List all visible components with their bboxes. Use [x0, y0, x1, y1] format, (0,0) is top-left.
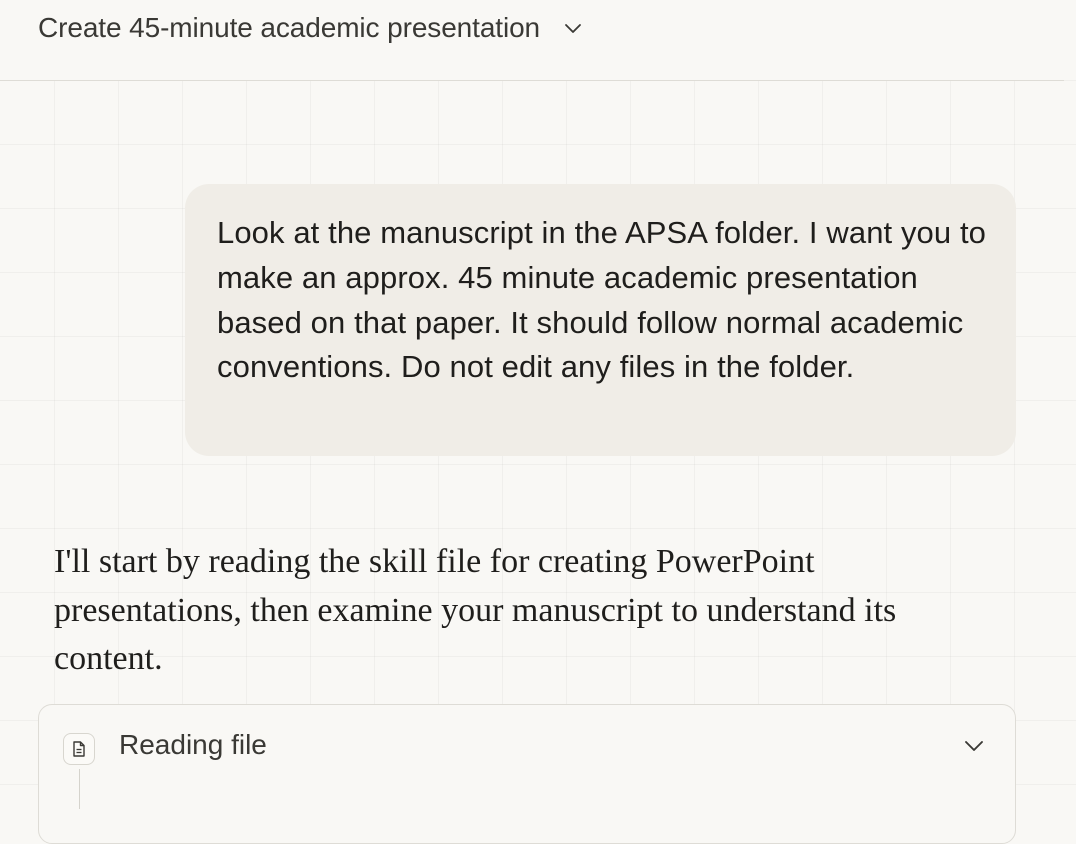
assistant-message-text: I'll start by reading the skill file for… [54, 543, 897, 677]
conversation-title: Create 45-minute academic presentation [38, 12, 541, 43]
conversation-title-dropdown[interactable]: Create 45-minute academic presentation [38, 8, 584, 48]
chevron-down-icon[interactable] [961, 733, 987, 764]
chevron-down-icon [562, 17, 584, 39]
file-text-icon [63, 733, 95, 765]
tool-call-reading-file[interactable]: Reading file [38, 704, 1016, 844]
conversation-header: Create 45-minute academic presentation [0, 0, 1064, 81]
timeline-connector [78, 769, 80, 809]
tool-call-label: Reading file [119, 729, 267, 760]
user-message-text: Look at the manuscript in the APSA folde… [217, 215, 987, 385]
user-message-bubble: Look at the manuscript in the APSA folde… [185, 184, 1016, 456]
